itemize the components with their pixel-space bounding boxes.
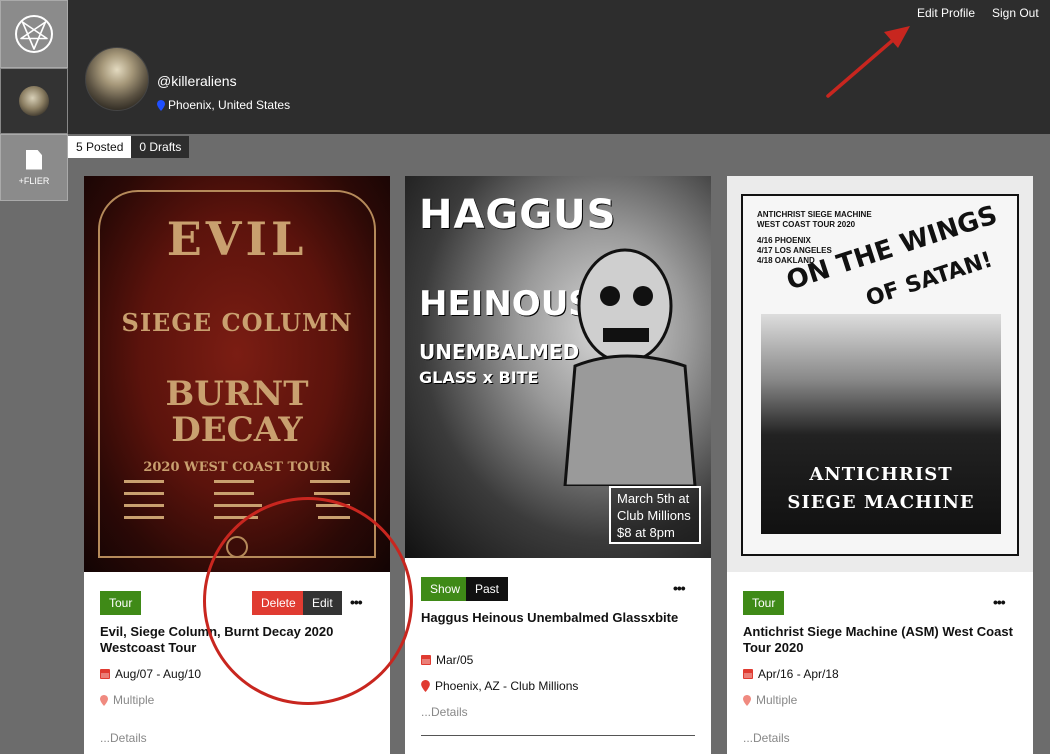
flier-title[interactable]: Antichrist Siege Machine (ASM) West Coas… bbox=[743, 624, 1013, 656]
location-pin-icon bbox=[421, 680, 430, 692]
poster-band-haggus: HAGGUS bbox=[419, 192, 617, 238]
poster-band-logo2: SIEGE MACHINE bbox=[787, 492, 975, 513]
poster-band-siege-column: SIEGE COLUMN bbox=[121, 308, 353, 337]
details-link[interactable]: ...Details bbox=[421, 705, 468, 719]
profile-location-text: Phoenix, United States bbox=[168, 98, 291, 112]
location-pin-icon bbox=[100, 694, 108, 706]
flier-title[interactable]: Evil, Siege Column, Burnt Decay 2020 Wes… bbox=[100, 624, 370, 656]
pentagram-logo[interactable] bbox=[0, 0, 68, 68]
flier-date: Mar/05 bbox=[421, 653, 473, 667]
poster-zombie-illustration bbox=[563, 248, 697, 486]
edit-button[interactable]: Edit bbox=[303, 591, 342, 615]
rail-avatar-button[interactable] bbox=[0, 68, 68, 134]
tab-drafts[interactable]: 0 Drafts bbox=[131, 136, 190, 158]
poster-band-burnt-decay: BURNT DECAY bbox=[165, 374, 309, 450]
type-badge-show: Show bbox=[421, 577, 470, 601]
flier-poster-image[interactable]: HAGGUS HEINOUS UNEMBALMED GLASS x BITE M… bbox=[405, 176, 711, 558]
delete-button[interactable]: Delete bbox=[252, 591, 305, 615]
flier-title[interactable]: Haggus Heinous Unembalmed Glassxbite bbox=[421, 610, 681, 626]
flier-location: Multiple bbox=[743, 693, 797, 707]
poster-info-line2: Club Millions bbox=[617, 508, 691, 523]
poster-info-line1: March 5th at bbox=[617, 491, 690, 506]
flier-date-text: Apr/16 - Apr/18 bbox=[758, 667, 839, 681]
type-badge-tour: Tour bbox=[743, 591, 785, 615]
add-flier-button[interactable]: +FLIER bbox=[0, 134, 68, 201]
location-pin-icon bbox=[157, 99, 165, 111]
poster-date2: 4/17 LOS ANGELES bbox=[757, 246, 832, 255]
flier-location-text: Multiple bbox=[113, 693, 155, 707]
flier-card[interactable]: EVIL SIEGE COLUMN BURNT DECAY 2020 WEST … bbox=[84, 176, 390, 754]
more-options-button[interactable]: ••• bbox=[993, 594, 1006, 610]
flier-location-text: Phoenix, AZ - Club Millions bbox=[435, 679, 579, 693]
flier-location: Multiple bbox=[100, 693, 154, 707]
profile-avatar bbox=[85, 47, 149, 111]
calendar-icon bbox=[421, 655, 431, 665]
flier-date-text: Aug/07 - Aug/10 bbox=[115, 667, 202, 681]
poster-band-glassxbite: GLASS x BITE bbox=[419, 368, 539, 387]
flier-date: Aug/07 - Aug/10 bbox=[100, 667, 201, 681]
status-badge-past: Past bbox=[466, 577, 509, 601]
flier-location-text: Multiple bbox=[756, 693, 798, 707]
flier-card[interactable]: HAGGUS HEINOUS UNEMBALMED GLASS x BITE M… bbox=[405, 176, 711, 754]
calendar-icon bbox=[743, 669, 753, 679]
profile-username: @killeraliens bbox=[157, 73, 237, 89]
calendar-icon bbox=[100, 669, 110, 679]
left-rail: +FLIER bbox=[0, 0, 68, 201]
details-link[interactable]: ...Details bbox=[743, 731, 790, 745]
edit-profile-link[interactable]: Edit Profile bbox=[917, 6, 975, 20]
divider bbox=[421, 735, 695, 736]
more-options-button[interactable]: ••• bbox=[350, 594, 363, 610]
location-pin-icon bbox=[743, 694, 751, 706]
tab-posted[interactable]: 5 Posted bbox=[68, 136, 132, 158]
more-options-button[interactable]: ••• bbox=[673, 580, 686, 596]
poster-frame: ANTICHRIST SIEGE MACHINE WEST COAST TOUR… bbox=[741, 194, 1019, 556]
type-badge-tour: Tour bbox=[100, 591, 142, 615]
poster-event-info: March 5th at Club Millions $8 at 8pm bbox=[609, 486, 701, 544]
poster-date1: 4/16 PHOENIX bbox=[757, 236, 811, 245]
flier-location: Phoenix, AZ - Club Millions bbox=[421, 679, 578, 693]
poster-band-evil: EVIL bbox=[166, 212, 308, 266]
poster-header1: ANTICHRIST SIEGE MACHINE bbox=[757, 210, 872, 219]
pentagram-icon bbox=[15, 15, 53, 53]
poster-band-logo1: ANTICHRIST bbox=[809, 464, 953, 485]
poster-header2: WEST COAST TOUR 2020 bbox=[757, 220, 856, 229]
poster-info-line3: $8 at 8pm bbox=[617, 525, 675, 540]
flier-card[interactable]: ANTICHRIST SIEGE MACHINE WEST COAST TOUR… bbox=[727, 176, 1033, 754]
poster-tour-title: 2020 WEST COAST TOUR bbox=[143, 460, 331, 475]
profile-location: Phoenix, United States bbox=[157, 98, 290, 112]
post-tabs: 5 Posted 0 Drafts bbox=[68, 136, 190, 158]
flier-poster-image[interactable]: EVIL SIEGE COLUMN BURNT DECAY 2020 WEST … bbox=[84, 176, 390, 572]
flier-date-text: Mar/05 bbox=[436, 653, 474, 667]
poster-photo: ANTICHRIST SIEGE MACHINE bbox=[761, 314, 1001, 534]
flier-date: Apr/16 - Apr/18 bbox=[743, 667, 839, 681]
details-link[interactable]: ...Details bbox=[100, 731, 147, 745]
profile-header: Edit Profile Sign Out @killeraliens Phoe… bbox=[68, 0, 1050, 134]
poster-emblem bbox=[226, 536, 248, 558]
add-flier-label: +FLIER bbox=[18, 175, 50, 186]
poster-tour-dates-graphic bbox=[124, 480, 350, 519]
avatar bbox=[19, 86, 49, 116]
flier-poster-image[interactable]: ANTICHRIST SIEGE MACHINE WEST COAST TOUR… bbox=[727, 176, 1033, 572]
sign-out-link[interactable]: Sign Out bbox=[992, 6, 1039, 20]
document-icon bbox=[26, 149, 42, 170]
